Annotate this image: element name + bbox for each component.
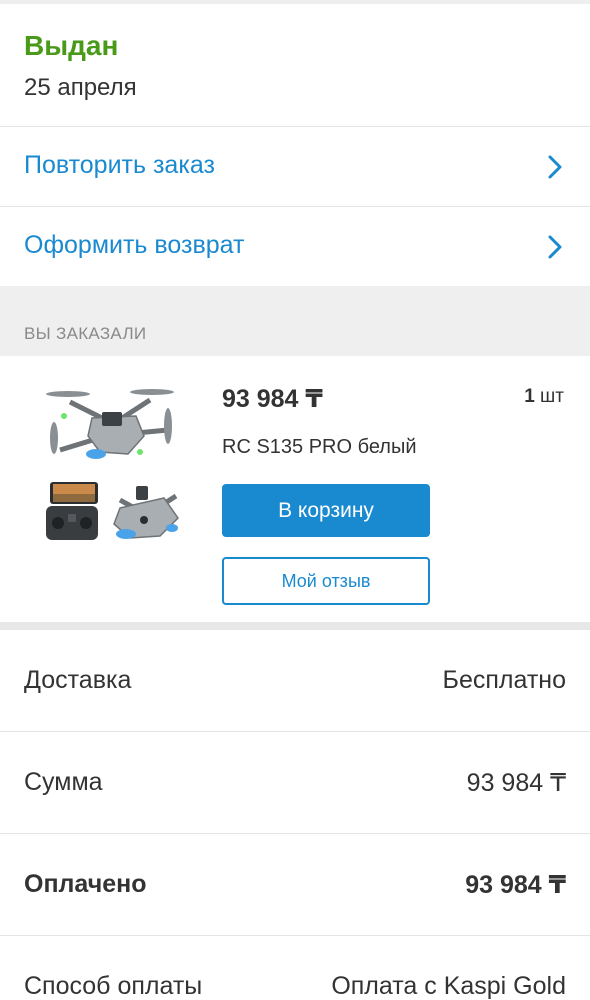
ordered-section-caption: ВЫ ЗАКАЗАЛИ bbox=[24, 324, 147, 343]
delivery-label: Доставка bbox=[24, 666, 132, 694]
delivery-value: Бесплатно bbox=[442, 666, 566, 694]
delivery-row: Доставка Бесплатно bbox=[0, 630, 590, 732]
section-divider bbox=[0, 622, 590, 630]
paid-value: 93 984 ₸ bbox=[465, 871, 566, 899]
chevron-right-icon bbox=[548, 155, 562, 179]
return-order-row[interactable]: Оформить возврат bbox=[0, 206, 590, 286]
ordered-section-header: ВЫ ЗАКАЗАЛИ bbox=[0, 286, 590, 356]
add-to-cart-button[interactable]: В корзину bbox=[222, 484, 430, 537]
product-price: 93 984 ₸ bbox=[222, 385, 323, 413]
repeat-order-label: Повторить заказ bbox=[24, 151, 215, 179]
sum-value: 93 984 ₸ bbox=[466, 769, 566, 797]
my-review-button[interactable]: Мой отзыв bbox=[222, 557, 430, 605]
product-quantity-number: 1 bbox=[524, 386, 535, 407]
paid-label: Оплачено bbox=[24, 870, 147, 898]
payment-method-value: Оплата с Kaspi Gold bbox=[331, 972, 566, 1000]
product-quantity: 1 шт bbox=[524, 386, 564, 408]
chevron-right-icon bbox=[548, 235, 562, 259]
payment-method-row: Способ оплаты Оплата с Kaspi Gold bbox=[0, 936, 590, 1000]
order-status-date: 25 апреля bbox=[24, 74, 137, 101]
order-status-title: Выдан bbox=[24, 30, 119, 61]
sum-label: Сумма bbox=[24, 768, 103, 796]
payment-method-label: Способ оплаты bbox=[24, 972, 203, 1000]
product-quantity-unit: шт bbox=[540, 386, 564, 407]
product-name[interactable]: RC S135 PRO белый bbox=[222, 436, 417, 459]
drone-product-image[interactable] bbox=[40, 378, 186, 548]
order-status-block: Выдан 25 апреля bbox=[0, 4, 590, 126]
repeat-order-row[interactable]: Повторить заказ bbox=[0, 126, 590, 206]
sum-row: Сумма 93 984 ₸ bbox=[0, 732, 590, 834]
paid-row: Оплачено 93 984 ₸ bbox=[0, 834, 590, 936]
return-order-label: Оформить возврат bbox=[24, 231, 245, 259]
product-card: 93 984 ₸ 1 шт RC S135 PRO белый В корзин… bbox=[0, 356, 590, 622]
